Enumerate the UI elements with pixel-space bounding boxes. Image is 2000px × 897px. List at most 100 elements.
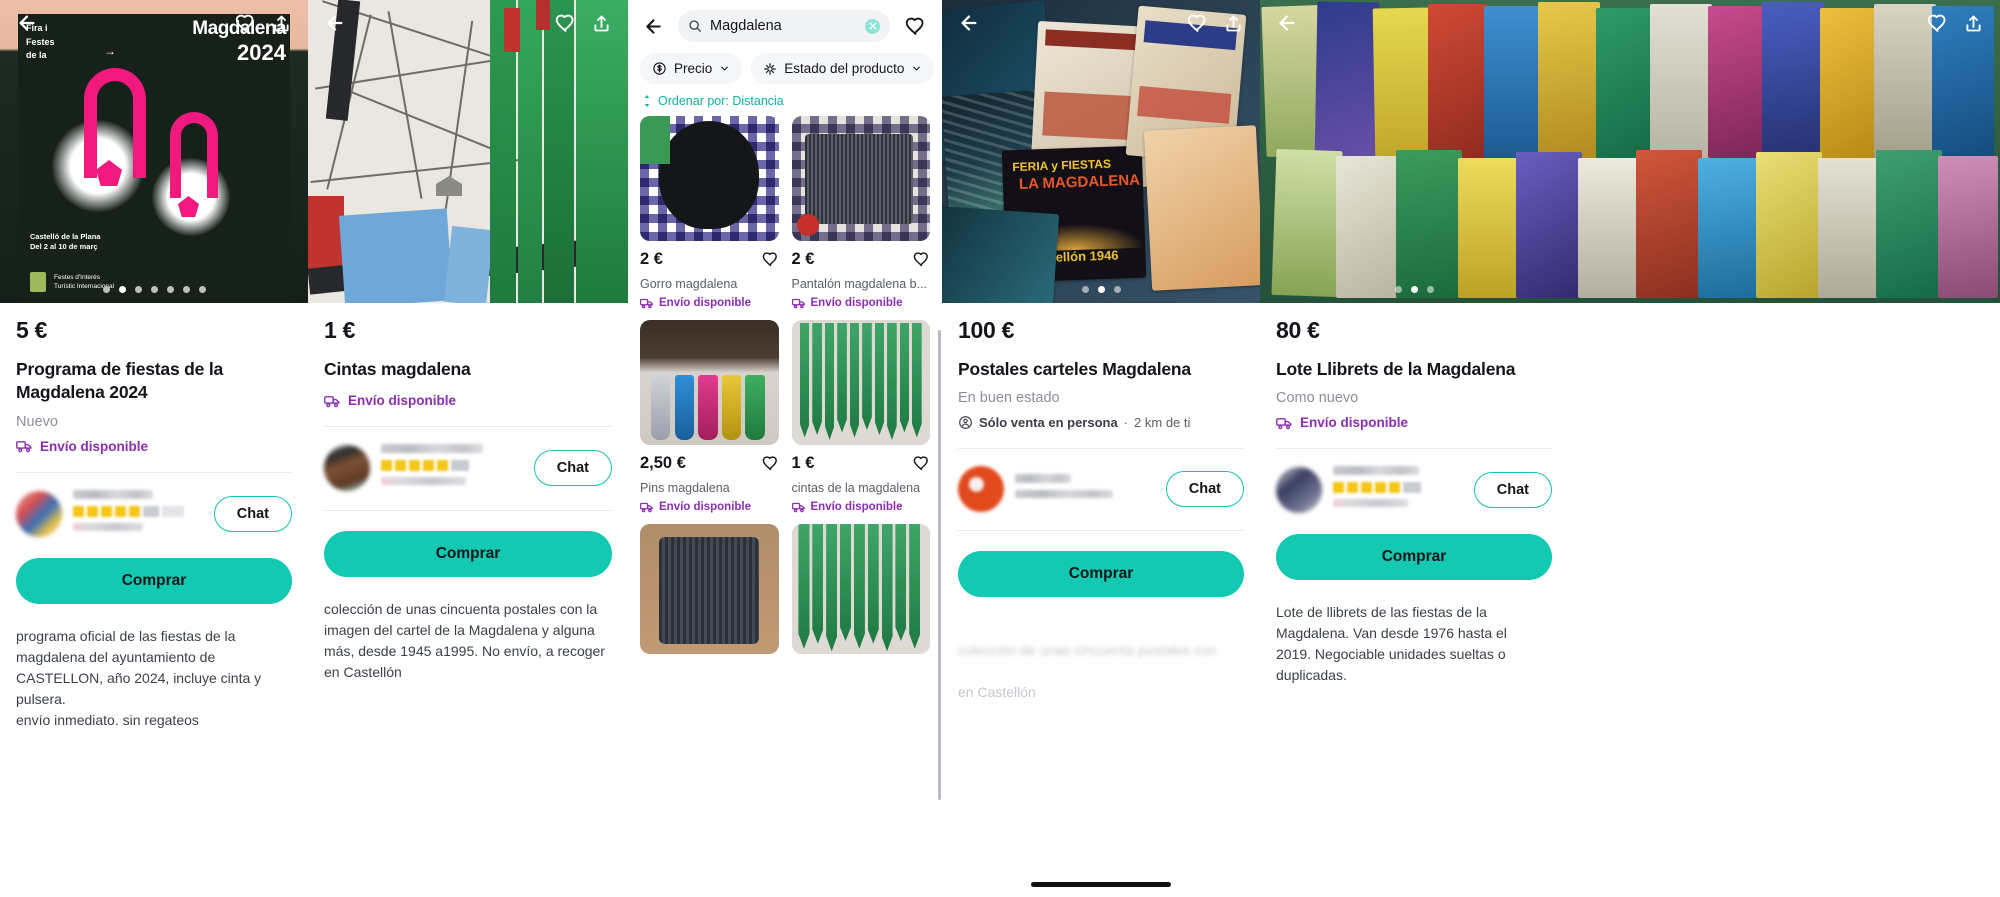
heart-icon[interactable] xyxy=(550,8,580,38)
result-title: cintas de la magdalena xyxy=(791,481,921,495)
result-image[interactable] xyxy=(791,320,930,445)
person-circle-icon xyxy=(959,416,972,430)
meetup-info: Sólo venta en persona · 2 km de ti xyxy=(958,415,1244,430)
carousel-dots[interactable] xyxy=(0,286,308,293)
truck-icon xyxy=(791,298,805,309)
result-price-row: 2 € xyxy=(792,250,931,269)
product-title: Programa de fiestas de la Magdalena 2024 xyxy=(16,359,224,403)
chat-button[interactable]: Chat xyxy=(533,450,612,487)
filter-chip-estado[interactable]: Estado del producto xyxy=(751,53,935,84)
product-condition: Como nuevo xyxy=(1276,390,1359,407)
product-photo[interactable] xyxy=(308,0,628,303)
seller-meta xyxy=(1333,466,1463,514)
heart-icon[interactable] xyxy=(913,251,930,268)
seller-row[interactable]: Chat xyxy=(324,427,612,492)
chat-button[interactable]: Chat xyxy=(213,495,292,532)
seller-sub-redacted xyxy=(1015,489,1113,498)
back-arrow-icon[interactable] xyxy=(954,8,984,38)
product-description-faded: colección de unas cincuenta postales con… xyxy=(958,642,1217,701)
avatar[interactable] xyxy=(16,490,62,537)
result-image[interactable] xyxy=(640,116,779,241)
sort-control[interactable]: Ordenar por: Distancia xyxy=(628,88,942,116)
buy-button[interactable]: Comprar xyxy=(958,551,1244,598)
back-arrow-icon[interactable] xyxy=(638,11,668,41)
seller-row[interactable]: Chat xyxy=(16,473,292,538)
product-photo[interactable]: Fira i Festes de la Magdalena 2024 → Cas… xyxy=(0,0,308,303)
result-card[interactable]: 2 € Gorro magdalena Envío disponible xyxy=(640,116,779,309)
seller-meta xyxy=(381,444,523,492)
shipping-label: Envío disponible xyxy=(1300,415,1409,431)
shipping-available: Envío disponible xyxy=(1276,415,1552,430)
screenshot-root: Fira i Festes de la Magdalena 2024 → Cas… xyxy=(0,0,2000,897)
chat-button[interactable]: Chat xyxy=(1165,471,1244,508)
buy-button[interactable]: Comprar xyxy=(324,531,612,578)
result-price: 1 € xyxy=(791,454,815,472)
heart-icon[interactable] xyxy=(762,455,779,472)
share-icon[interactable] xyxy=(1958,8,1988,38)
result-card[interactable] xyxy=(791,524,930,654)
result-card[interactable]: 2,50 € Pins magdalena Envío disponible xyxy=(640,320,779,513)
product-description: colección de unas cincuenta postales con… xyxy=(324,601,605,681)
result-card[interactable]: 2 € Pantalón magdalena b... Envío dispon… xyxy=(791,116,931,309)
avatar[interactable] xyxy=(324,445,370,492)
product-title: Postales carteles Magdalena xyxy=(958,359,1191,379)
results-grid: 2 € Gorro magdalena Envío disponible 2 € xyxy=(628,116,942,654)
share-icon[interactable] xyxy=(266,8,296,38)
result-shipping-label: Envío disponible xyxy=(659,501,752,513)
filter-chip-precio[interactable]: Precio xyxy=(640,53,743,84)
carousel-dots[interactable] xyxy=(1260,286,1568,293)
heart-icon[interactable] xyxy=(900,11,930,41)
result-price: 2 € xyxy=(791,250,815,268)
scrollbar[interactable] xyxy=(938,330,941,800)
result-image[interactable] xyxy=(640,524,779,654)
result-price: 2 € xyxy=(640,250,663,268)
seller-sub-redacted xyxy=(1333,499,1409,508)
seller-sub-redacted xyxy=(73,522,144,531)
heart-icon[interactable] xyxy=(762,251,779,268)
product-title: Cintas magdalena xyxy=(324,359,471,379)
result-image[interactable] xyxy=(791,116,930,241)
product-photo[interactable] xyxy=(1260,0,2000,303)
avatar[interactable] xyxy=(958,466,1004,513)
meetup-distance: 2 km de ti xyxy=(1134,415,1191,431)
result-shipping: Envío disponible xyxy=(791,501,931,513)
result-image[interactable] xyxy=(791,524,930,654)
seller-row[interactable]: Chat xyxy=(1276,449,1552,514)
result-price: 2,50 € xyxy=(640,454,686,472)
search-icon xyxy=(689,20,701,32)
seller-meta xyxy=(73,489,203,538)
seller-sub-redacted xyxy=(381,477,467,486)
search-input[interactable]: Magdalena xyxy=(678,10,890,42)
result-image[interactable] xyxy=(640,320,779,445)
product-photo[interactable]: FERIA y FIESTAS LA MAGDALENA Castellón 1… xyxy=(942,0,1260,303)
buy-button[interactable]: Comprar xyxy=(1276,534,1552,581)
meetup-label: Sólo venta en persona xyxy=(979,415,1118,431)
back-arrow-icon[interactable] xyxy=(320,8,350,38)
share-icon[interactable] xyxy=(1218,8,1248,38)
chevron-down-icon xyxy=(913,66,921,71)
product-price: 100 € xyxy=(958,317,1015,343)
result-shipping-label: Envío disponible xyxy=(810,297,903,309)
back-arrow-icon[interactable] xyxy=(12,8,42,38)
heart-icon[interactable] xyxy=(1182,8,1212,38)
heart-icon[interactable] xyxy=(230,8,260,38)
shipping-label: Envío disponible xyxy=(348,393,457,409)
clear-icon[interactable] xyxy=(865,18,880,34)
product-price: 1 € xyxy=(324,317,356,343)
seller-name-redacted xyxy=(73,489,154,499)
result-card[interactable] xyxy=(640,524,779,654)
result-shipping: Envío disponible xyxy=(791,297,931,309)
heart-icon[interactable] xyxy=(913,455,930,472)
seller-row[interactable]: Chat xyxy=(958,449,1244,513)
result-price-row: 2 € xyxy=(640,250,779,269)
panel-product-detail-postales: FERIA y FIESTAS LA MAGDALENA Castellón 1… xyxy=(942,0,1260,897)
chat-button[interactable]: Chat xyxy=(1473,472,1552,509)
avatar[interactable] xyxy=(1276,467,1322,514)
buy-button[interactable]: Comprar xyxy=(16,557,292,604)
search-header: Magdalena xyxy=(628,0,942,46)
carousel-dots[interactable] xyxy=(942,286,1260,293)
share-icon[interactable] xyxy=(586,8,616,38)
result-card[interactable]: 1 € cintas de la magdalena Envío disponi… xyxy=(791,320,931,513)
back-arrow-icon[interactable] xyxy=(1272,8,1302,38)
heart-icon[interactable] xyxy=(1922,8,1952,38)
